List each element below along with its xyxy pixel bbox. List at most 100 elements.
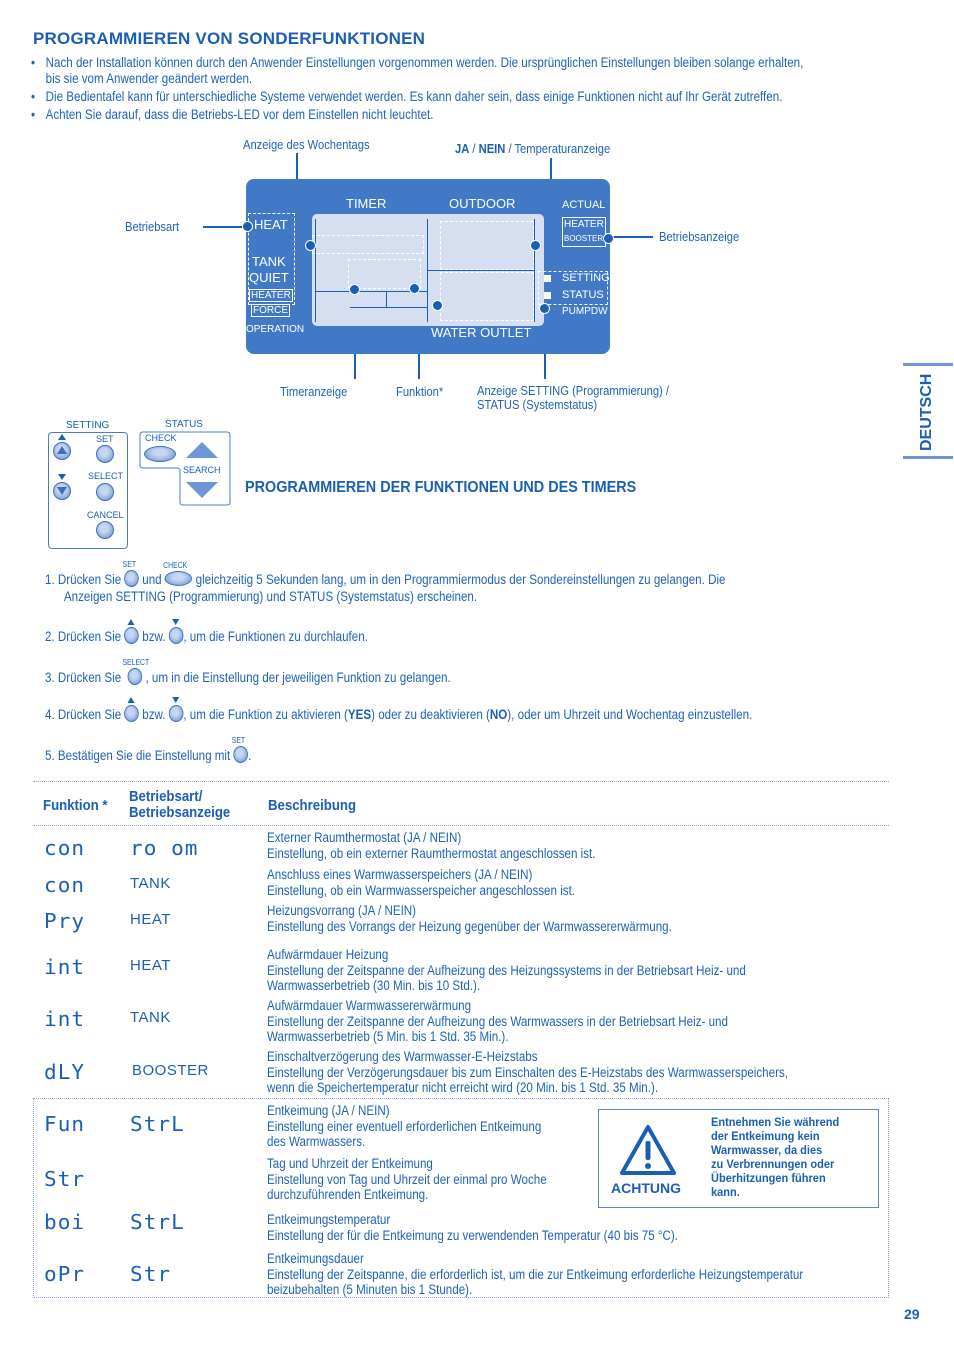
lcd-force: FORCE <box>251 304 290 317</box>
up-button[interactable] <box>53 442 71 460</box>
no-keyword: NO <box>489 707 508 722</box>
step-text: und <box>142 572 162 587</box>
callout-ja: JA <box>455 141 470 156</box>
set-button[interactable] <box>96 445 114 463</box>
up-button-icon <box>124 627 140 644</box>
bullet-item: Die Bedientafel kann für unterschiedlich… <box>31 89 888 105</box>
callout-operation-indicator: Betriebsanzeige <box>659 229 740 244</box>
up-button-inline <box>124 619 140 645</box>
step-text: Anzeigen SETTING (Programmierung) und ST… <box>63 589 478 604</box>
select-caption: SELECT <box>122 658 150 667</box>
function-description: Anschluss eines Warmwasserspeichers (JA … <box>267 867 576 898</box>
callout-setting-status: Anzeige SETTING (Programmierung) / STATUS… <box>477 384 669 412</box>
grid-line <box>534 219 535 322</box>
header-mode-line1: Betriebsart/ <box>129 788 203 805</box>
up-button-inline <box>124 697 140 723</box>
callout-nein: NEIN <box>478 141 506 156</box>
callout-operation-mode: Betriebsart <box>125 219 180 234</box>
bullet-item: Nach der Installation können durch den A… <box>31 55 888 87</box>
table-bottom-divider <box>33 1297 889 1298</box>
leader-line <box>608 236 653 238</box>
function-description: Aufwärmdauer Heizung Einstellung der Zei… <box>267 947 746 993</box>
section-subtitle: PROGRAMMIEREN DER FUNKTIONEN UND DES TIM… <box>245 479 637 496</box>
select-label: SELECT <box>88 471 124 481</box>
function-description: Entkeimungstemperatur Einstellung der fü… <box>267 1212 679 1243</box>
set-caption: SET <box>122 560 137 569</box>
function-description: Aufwärmdauer Warmwassererwärmung Einstel… <box>267 998 728 1044</box>
lcd-operation: OPERATION <box>246 324 305 335</box>
operation-mode: StrL <box>130 1210 185 1234</box>
up-arrow-icon <box>127 697 135 703</box>
header-mode-line2: Betriebsanzeige <box>129 804 231 821</box>
step-text: 5. Bestätigen Sie die Einstellung mit <box>45 748 231 763</box>
callout-dot <box>242 221 253 232</box>
callout-dot <box>603 233 614 244</box>
callout-yes-no-temp: JA / NEIN / Temperaturanzeige <box>455 141 610 156</box>
step-5: 5. Bestätigen Sie die Einstellung mit SE… <box>45 736 251 764</box>
operation-mode: ro om <box>130 836 199 860</box>
select-button[interactable] <box>96 483 114 501</box>
step-3: 3. Drücken Sie SELECT , um in die Einste… <box>45 658 451 686</box>
page-title: PROGRAMMIEREN VON SONDERFUNKTIONEN <box>33 29 426 48</box>
triangle-down-icon <box>57 487 67 495</box>
function-code: int <box>44 955 86 979</box>
zone-yes-no-temp <box>440 221 534 270</box>
step-text: , um die Funktion zu aktivieren ( <box>183 707 348 722</box>
check-caption: CHECK <box>163 561 188 570</box>
operation-mode: TANK <box>130 1009 171 1026</box>
up-arrow-icon <box>58 434 66 440</box>
callout-dot <box>432 300 443 311</box>
step-text: bzw. <box>142 629 166 644</box>
step-text: 3. Drücken Sie <box>45 670 122 685</box>
set-label: SET <box>96 434 114 444</box>
callout-dot <box>305 240 316 251</box>
operation-mode: TANK <box>130 875 171 892</box>
set-button-inline: SET <box>232 736 249 764</box>
search-down-button[interactable] <box>186 482 218 498</box>
function-code: boi <box>44 1210 86 1234</box>
zone-weekday <box>312 235 424 254</box>
header-mode: Betriebsart/Betriebsanzeige <box>129 789 230 821</box>
warning-box: ACHTUNG Entnehmen Sie während der Entkei… <box>598 1109 879 1208</box>
status-title: STATUS <box>165 419 203 430</box>
operation-mode: HEAT <box>130 911 171 928</box>
down-arrow-icon <box>58 474 66 480</box>
up-arrow-icon <box>127 619 135 625</box>
warning-triangle-icon <box>620 1125 676 1175</box>
down-button[interactable] <box>53 482 71 500</box>
operation-mode: HEAT <box>130 957 171 974</box>
down-button-inline <box>168 619 184 645</box>
function-description: Entkeimung (JA / NEIN) Einstellung einer… <box>267 1103 542 1149</box>
warning-label: ACHTUNG <box>611 1180 681 1196</box>
search-up-button[interactable] <box>186 442 218 458</box>
lcd-outdoor: OUTDOOR <box>449 196 516 211</box>
function-code: con <box>44 836 86 860</box>
check-button[interactable] <box>144 446 176 462</box>
callout-setting-line1: Anzeige SETTING (Programmierung) / <box>477 383 669 398</box>
grid-line <box>350 307 427 308</box>
operation-mode: StrL <box>130 1112 185 1136</box>
cancel-button[interactable] <box>96 521 114 539</box>
function-description: Entkeimungsdauer Einstellung der Zeitspa… <box>267 1251 804 1297</box>
function-description: Heizungsvorrang (JA / NEIN) Einstellung … <box>267 903 672 934</box>
step-text: gleichzeitig 5 Sekunden lang, um in den … <box>195 572 726 587</box>
lcd-actual: ACTUAL <box>562 199 606 211</box>
header-description: Beschreibung <box>268 797 357 814</box>
grid-line <box>427 270 534 271</box>
lcd-booster: BOOSTER <box>564 234 604 243</box>
step-4: 4. Drücken Sie bzw. , um die Funktion zu… <box>45 697 752 723</box>
tab-bar-bottom <box>903 456 953 459</box>
language-label: DEUTSCH <box>918 373 935 451</box>
section-divider <box>33 1098 889 1099</box>
callout-function: Funktion* <box>396 384 444 399</box>
operation-mode: BOOSTER <box>132 1062 209 1079</box>
function-code: Pry <box>44 909 86 933</box>
header-divider <box>33 825 889 826</box>
section-border-right <box>888 1098 889 1298</box>
page-number: 29 <box>904 1306 920 1322</box>
grid-line <box>315 219 316 322</box>
table-top-divider <box>33 781 889 782</box>
function-description: Einschaltverzögerung des Warmwasser-E-He… <box>267 1049 788 1095</box>
down-arrow-icon <box>172 619 180 625</box>
step-2: 2. Drücken Sie bzw. , um die Funktionen … <box>45 619 368 645</box>
